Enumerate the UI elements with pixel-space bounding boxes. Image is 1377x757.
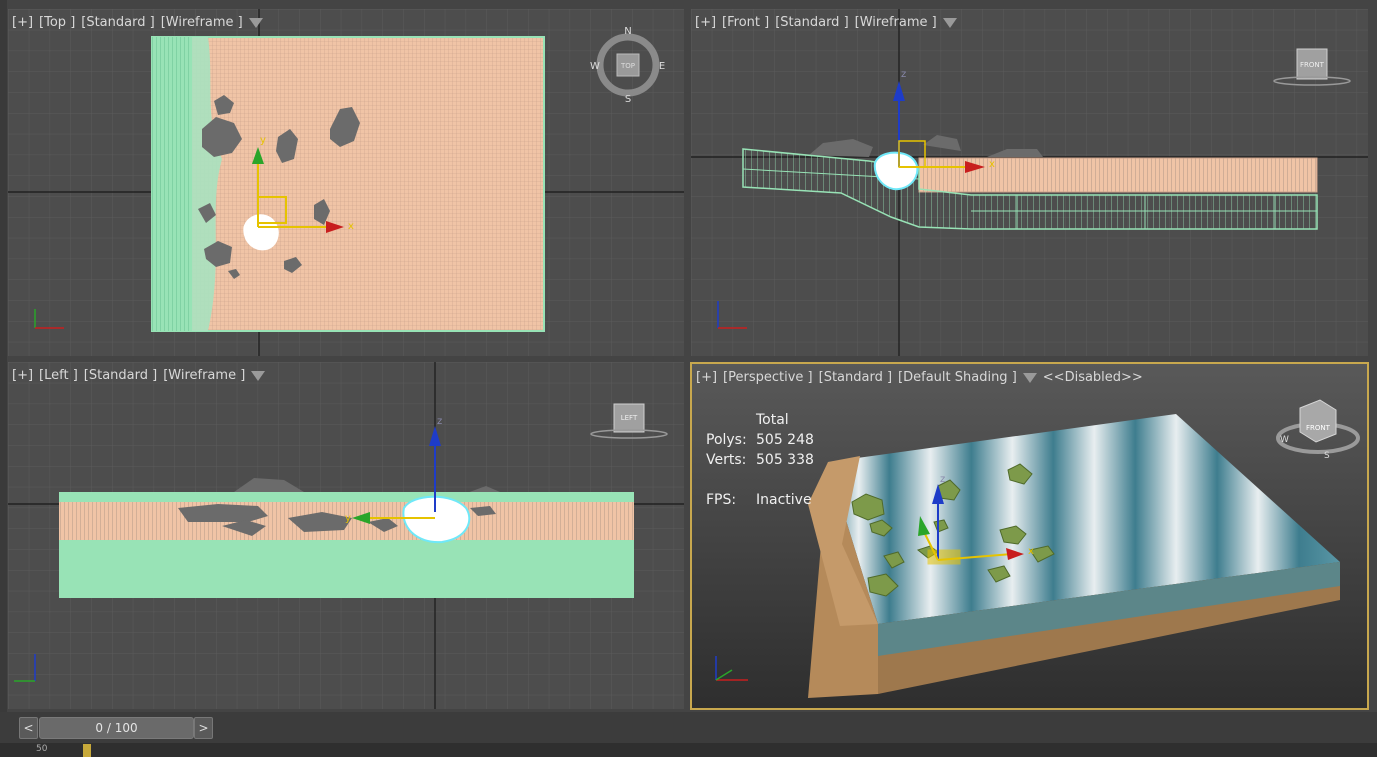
viewport-shading-menu[interactable]: [Wireframe ]: [161, 15, 243, 30]
viewcube-face-front: FRONT: [1306, 424, 1331, 432]
axis-label-y: y: [260, 135, 266, 146]
left-edge-strip: [0, 0, 7, 757]
viewport-left[interactable]: z y LEFT [+] [Left ] [Standard ] [Wirefr…: [8, 362, 684, 709]
viewport-shading-menu[interactable]: [Default Shading ]: [898, 370, 1017, 385]
viewport-shading-menu[interactable]: [Wireframe ]: [163, 368, 245, 383]
viewport-disabled-status[interactable]: <<Disabled>>: [1043, 370, 1143, 385]
viewcube-face-left: LEFT: [621, 414, 638, 422]
viewport-view-menu[interactable]: [Front ]: [722, 15, 769, 30]
viewport-render-menu[interactable]: [Standard ]: [84, 368, 157, 383]
axis-label-x: x: [348, 221, 354, 232]
viewport-render-menu[interactable]: [Standard ]: [81, 15, 154, 30]
stats-header: Total: [756, 412, 789, 428]
axis-label-z: z: [437, 416, 442, 427]
viewport-view-menu[interactable]: [Top ]: [39, 15, 75, 30]
fps-value: Inactive: [756, 492, 812, 508]
axis-label-x: x: [1028, 546, 1034, 557]
viewport-top[interactable]: y x [+] [Top ] [Standard ] [Wireframe ] …: [8, 9, 684, 356]
viewcube-face-front: FRONT: [1300, 61, 1325, 69]
filter-icon[interactable]: [251, 371, 266, 381]
time-slider[interactable]: 0 / 100: [39, 717, 194, 739]
viewport-plus-menu[interactable]: [+]: [695, 15, 716, 30]
track-bar[interactable]: 50: [0, 743, 1377, 757]
viewport-label: [+] [Perspective ] [Standard ] [Default …: [696, 370, 1143, 385]
filter-icon[interactable]: [1022, 373, 1037, 383]
axis-label-y: y: [345, 513, 351, 524]
fps-label: FPS:: [706, 492, 737, 508]
verts-value: 505 338: [756, 452, 814, 468]
polys-label: Polys:: [706, 432, 747, 448]
grid: z y LEFT: [8, 362, 684, 709]
viewport-label: [+] [Left ] [Standard ] [Wireframe ]: [12, 368, 266, 383]
viewport-shading-menu[interactable]: [Wireframe ]: [855, 15, 937, 30]
viewport-render-menu[interactable]: [Standard ]: [775, 15, 848, 30]
viewport-front[interactable]: z x FRONT [+] [Front ] [Standard ] [Wire…: [691, 9, 1368, 356]
viewport-render-menu[interactable]: [Standard ]: [819, 370, 892, 385]
viewport-view-menu[interactable]: [Perspective ]: [723, 370, 813, 385]
verts-label: Verts:: [706, 452, 747, 468]
compass-w: W: [1280, 435, 1289, 445]
polys-value: 505 248: [756, 432, 814, 448]
viewport-plus-menu[interactable]: [+]: [12, 368, 33, 383]
viewport-label: [+] [Front ] [Standard ] [Wireframe ]: [695, 15, 957, 30]
track-frame-label: 50: [36, 744, 48, 754]
axis-label-z: z: [901, 69, 906, 80]
next-frame-button[interactable]: >: [194, 717, 213, 739]
compass-s: S: [1324, 451, 1330, 461]
scene-statistics: Total Polys: 505 248 Verts: 505 338 FPS: In…: [706, 410, 814, 510]
prev-frame-button[interactable]: <: [19, 717, 38, 739]
axis-label-x: x: [989, 159, 995, 170]
filter-icon[interactable]: [942, 18, 957, 28]
grid: z x FRONT: [691, 9, 1368, 356]
current-frame-marker[interactable]: [83, 744, 91, 757]
viewport-plus-menu[interactable]: [+]: [12, 15, 33, 30]
time-slider-bar: < 0 / 100 > 50: [0, 712, 1377, 757]
filter-icon[interactable]: [248, 18, 263, 28]
axis-label-z: z: [940, 474, 945, 485]
viewport-perspective[interactable]: z x FRONT W S [+] [Perspective ] [Standa…: [690, 362, 1369, 710]
grid: y x: [8, 9, 684, 356]
viewport-label: [+] [Top ] [Standard ] [Wireframe ]: [12, 15, 263, 30]
viewport-plus-menu[interactable]: [+]: [696, 370, 717, 385]
viewport-view-menu[interactable]: [Left ]: [39, 368, 78, 383]
